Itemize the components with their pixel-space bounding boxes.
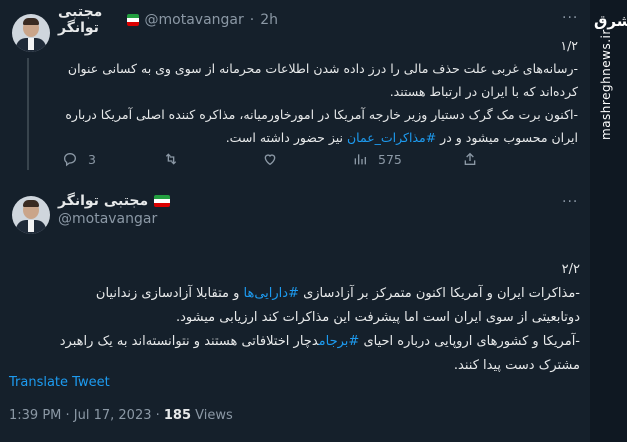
tweet-meta: 1:39 PM · Jul 17, 2023 · 185 Views bbox=[9, 408, 233, 423]
author-name[interactable]: مجتبی توانگر bbox=[58, 193, 148, 209]
retweet-button[interactable] bbox=[162, 148, 180, 170]
text-segment: ایران محسوب میشود و در bbox=[436, 130, 578, 145]
heart-icon bbox=[264, 154, 276, 166]
tweet-line: -مذاکرات ایران و آمریکا اکنون متمرکز بر … bbox=[14, 282, 580, 306]
more-options-icon[interactable]: ··· bbox=[562, 194, 578, 210]
thread-counter: ۲/۲ bbox=[561, 262, 580, 277]
avatar[interactable] bbox=[12, 14, 50, 52]
reply-count: 3 bbox=[88, 151, 96, 167]
tweet-text: ۲/۲ -مذاکرات ایران و آمریکا اکنون متمرکز… bbox=[14, 258, 580, 378]
watermark-site: mashreghnews.ir bbox=[599, 29, 613, 140]
share-button[interactable] bbox=[462, 148, 478, 170]
separator-dot: · bbox=[249, 12, 255, 28]
tweet-thread: مجتبی توانگر @motavangar · 2h ··· ۱/۲ -ر… bbox=[0, 0, 590, 442]
tweet-line: دوتابعیتی از سوی ایران است اما پیشرفت ای… bbox=[176, 310, 580, 325]
timestamp[interactable]: 1:39 PM · Jul 17, 2023 · bbox=[9, 408, 164, 423]
tweet-header: مجتبی توانگر @motavangar · 2h bbox=[58, 4, 278, 36]
views-count: 575 bbox=[378, 151, 402, 167]
tweet-line: -اکنون برت مک گرک دستیار وزیر خارجه آمری… bbox=[65, 107, 578, 122]
iran-flag-icon bbox=[154, 195, 171, 207]
tweet-line: -آمریکا و کشورهای اروپایی درباره احیای #… bbox=[14, 330, 580, 354]
views-count: 185 bbox=[163, 408, 192, 423]
tweet-actions: 3 575 bbox=[58, 148, 578, 170]
text-segment: نیز حضور داشته است. bbox=[225, 130, 347, 145]
author-name[interactable]: مجتبی توانگر bbox=[58, 4, 121, 36]
text-segment: -مذاکرات ایران و آمریکا اکنون متمرکز بر … bbox=[298, 286, 580, 301]
iran-flag-icon bbox=[127, 14, 139, 26]
thread-counter: ۱/۲ bbox=[560, 38, 578, 53]
watermark-strip: مشرق mashreghnews.ir bbox=[590, 0, 627, 442]
retweet-icon bbox=[165, 153, 177, 165]
hashtag-link[interactable]: #دارایی‌ها bbox=[244, 286, 299, 301]
author-handle[interactable]: @motavangar bbox=[58, 211, 258, 227]
tweet-line: کرده‌اند که با ایران در ارتباط هستند. bbox=[389, 84, 578, 99]
author-handle[interactable]: @motavangar bbox=[145, 12, 244, 28]
like-button[interactable] bbox=[262, 148, 278, 170]
views-label: Views bbox=[191, 408, 233, 423]
analytics-icon bbox=[354, 154, 366, 165]
views-button[interactable]: 575 bbox=[352, 148, 402, 170]
hashtag-link[interactable]: #مذاکرات_عمان bbox=[347, 130, 436, 145]
tweet-line: ایران محسوب میشود و در #مذاکرات_عمان نیز… bbox=[58, 126, 578, 149]
tweet-header: مجتبی توانگر @motavangar bbox=[58, 193, 258, 227]
thread-connector bbox=[27, 58, 29, 170]
translate-link[interactable]: Translate Tweet bbox=[9, 375, 110, 390]
tweet-line: -رسانه‌های غربی علت حذف مالی را درز داده… bbox=[67, 61, 578, 76]
reply-button[interactable]: 3 bbox=[62, 148, 96, 170]
text-segment: و متقابلا آزادسازی زندانیان bbox=[95, 286, 244, 301]
text-segment: -آمریکا و کشورهای اروپایی درباره احیای bbox=[359, 334, 580, 349]
more-options-icon[interactable]: ··· bbox=[562, 10, 578, 26]
share-icon bbox=[464, 152, 476, 165]
tweet-text: ۱/۲ -رسانه‌های غربی علت حذف مالی را درز … bbox=[58, 34, 578, 149]
text-segment: دچار اختلافاتی هستند و نتوانسته‌اند به ی… bbox=[59, 334, 319, 349]
hashtag-link[interactable]: #برجام bbox=[319, 334, 360, 349]
tweet-time[interactable]: 2h bbox=[260, 12, 278, 28]
reply-icon bbox=[63, 152, 77, 167]
avatar[interactable] bbox=[12, 196, 50, 234]
